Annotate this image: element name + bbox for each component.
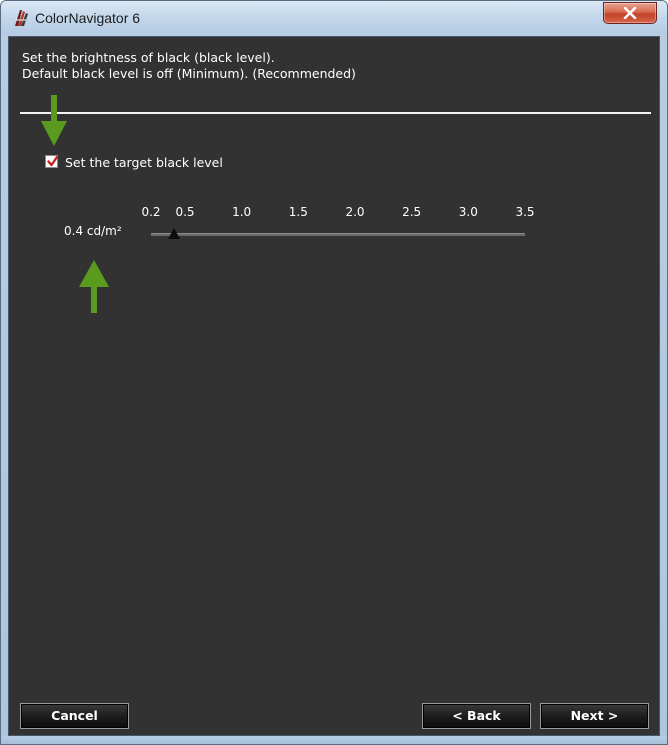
cancel-button[interactable]: Cancel [20,703,129,729]
close-button[interactable] [603,2,657,24]
colornavigator-app-icon [11,8,31,28]
slider-tick-label: 2.5 [402,205,422,219]
slider-tick-label: 0.2 [141,205,161,219]
down-arrow-annotation-icon [41,95,67,146]
window-bottom-frame [1,736,667,744]
title-bar[interactable]: ColorNavigator 6 [1,1,667,35]
target-black-level-label[interactable]: Set the target black level [65,155,223,170]
black-level-slider-thumb[interactable] [167,228,180,239]
black-level-value: 0.4 cd/m² [64,224,122,238]
back-button[interactable]: < Back [422,703,531,729]
slider-tick-label: 0.5 [175,205,195,219]
slider-tick-label: 3.0 [458,205,478,219]
slider-tick-label: 3.5 [515,205,535,219]
slider-tick-label: 1.5 [288,205,308,219]
black-level-slider-track[interactable] [151,233,525,236]
slider-tick-label: 1.0 [232,205,252,219]
target-black-level-checkbox[interactable] [45,155,59,168]
slider-tick-label: 2.0 [345,205,365,219]
checkmark-icon [47,155,59,167]
colornavigator-window: ColorNavigator 6 Set the brightness of b… [0,0,668,745]
header-divider [20,112,651,114]
up-arrow-annotation-icon [79,260,109,313]
window-title: ColorNavigator 6 [35,10,141,26]
next-button[interactable]: Next > [540,703,649,729]
instruction-line-1: Set the brightness of black (black level… [22,50,275,65]
instruction-line-2: Default black level is off (Minimum). (R… [22,66,356,81]
wizard-content-panel: Set the brightness of black (black level… [8,36,660,736]
close-icon [623,7,637,19]
